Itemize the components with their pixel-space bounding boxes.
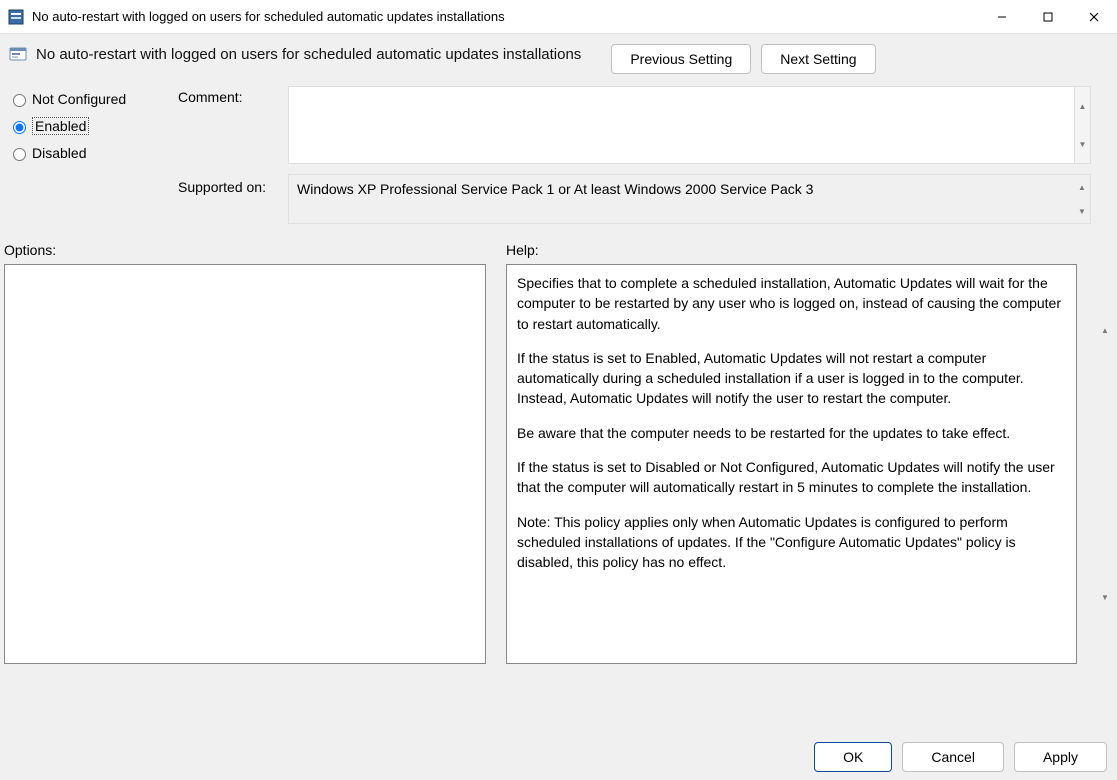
options-panel	[4, 264, 486, 664]
scroll-up-icon[interactable]: ▲	[1074, 87, 1090, 125]
radio-not-configured[interactable]: Not Configured	[8, 91, 178, 107]
supported-scrollbar: ▲ ▼	[1074, 175, 1090, 223]
apply-button[interactable]: Apply	[1014, 742, 1107, 772]
scroll-up-icon[interactable]: ▲	[1074, 175, 1090, 199]
cancel-button[interactable]: Cancel	[902, 742, 1004, 772]
policy-header: No auto-restart with logged on users for…	[0, 34, 1117, 80]
help-paragraph: If the status is set to Enabled, Automat…	[517, 348, 1066, 409]
help-paragraph: Specifies that to complete a scheduled i…	[517, 273, 1066, 334]
help-label: Help:	[506, 242, 539, 258]
radio-disabled-label: Disabled	[32, 145, 86, 161]
supported-on-label: Supported on:	[178, 175, 288, 195]
scroll-down-icon[interactable]: ▼	[1074, 125, 1090, 163]
comment-textarea[interactable]: ▲ ▼	[288, 86, 1091, 164]
app-icon	[8, 9, 24, 25]
minimize-button[interactable]	[979, 0, 1025, 34]
radio-enabled-label: Enabled	[32, 117, 89, 135]
radio-disabled[interactable]: Disabled	[8, 145, 178, 161]
help-panel: Specifies that to complete a scheduled i…	[506, 264, 1077, 664]
radio-not-configured-label: Not Configured	[32, 91, 126, 107]
window-titlebar: No auto-restart with logged on users for…	[0, 0, 1117, 34]
supported-on-box: Windows XP Professional Service Pack 1 o…	[288, 174, 1091, 224]
radio-disabled-input[interactable]	[13, 148, 26, 161]
help-paragraph: If the status is set to Disabled or Not …	[517, 457, 1066, 498]
close-button[interactable]	[1071, 0, 1117, 34]
options-label: Options:	[4, 242, 506, 258]
policy-icon	[8, 44, 28, 64]
radio-not-configured-input[interactable]	[13, 94, 26, 107]
help-paragraph: Be aware that the computer needs to be r…	[517, 423, 1066, 443]
dialog-footer: OK Cancel Apply	[814, 742, 1107, 772]
radio-enabled-input[interactable]	[13, 121, 26, 134]
next-setting-button[interactable]: Next Setting	[761, 44, 875, 74]
comment-label: Comment:	[178, 89, 288, 175]
state-radio-group: Not Configured Enabled Disabled	[8, 86, 178, 224]
radio-enabled[interactable]: Enabled	[8, 117, 178, 135]
previous-setting-button[interactable]: Previous Setting	[611, 44, 751, 74]
policy-title: No auto-restart with logged on users for…	[36, 44, 581, 63]
scroll-up-icon[interactable]: ▲	[1097, 264, 1113, 397]
help-paragraph: Note: This policy applies only when Auto…	[517, 512, 1066, 573]
help-scrollbar: ▲ ▼	[1097, 264, 1113, 664]
supported-on-text: Windows XP Professional Service Pack 1 o…	[297, 181, 813, 197]
window-title: No auto-restart with logged on users for…	[32, 9, 505, 24]
ok-button[interactable]: OK	[814, 742, 892, 772]
scroll-down-icon[interactable]: ▼	[1074, 199, 1090, 223]
maximize-button[interactable]	[1025, 0, 1071, 34]
comment-scrollbar: ▲ ▼	[1074, 87, 1090, 163]
scroll-down-icon[interactable]: ▼	[1097, 531, 1113, 664]
